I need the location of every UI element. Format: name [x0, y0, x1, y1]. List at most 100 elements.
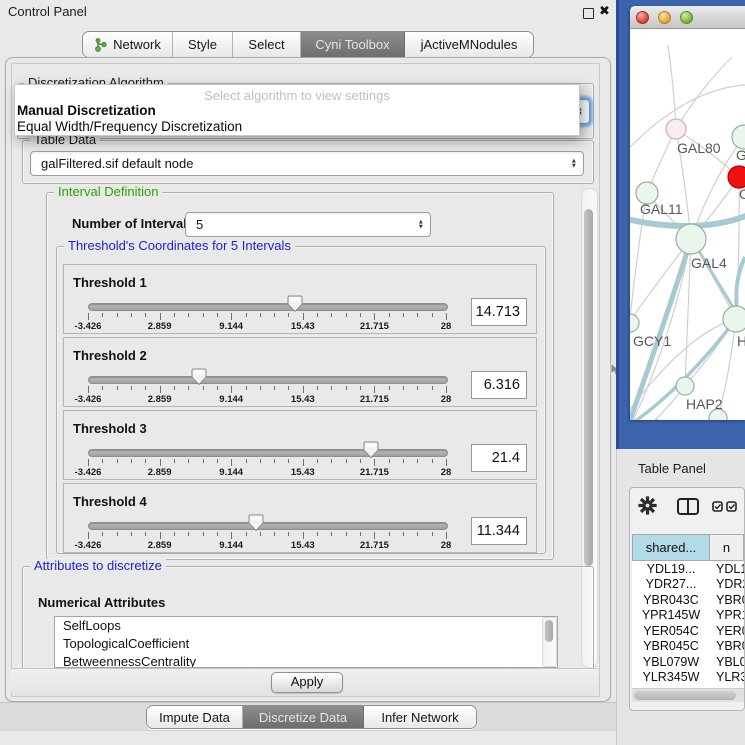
table-hscrollbar[interactable]	[632, 688, 744, 702]
dropdown-option-manual[interactable]: Manual Discretization	[15, 103, 579, 119]
minor-tick	[131, 313, 132, 317]
slider-thumb[interactable]	[287, 295, 303, 313]
table-rows[interactable]: YDL19...YDL1YDR27...YDR2YBR043CYBR0YPR14…	[632, 561, 744, 696]
tick-label: 15.43	[291, 321, 315, 332]
split-columns-icon[interactable]	[677, 498, 699, 515]
table-row[interactable]: YDR27...YDR2	[632, 577, 744, 593]
network-canvas[interactable]: GAL80GCGAL11GAL4GCY1HHAP2	[630, 29, 745, 420]
tab-label: Cyni Toolbox	[315, 37, 389, 52]
minor-tick	[260, 313, 261, 317]
network-window[interactable]: GAL80GCGAL11GAL4GCY1HHAP2	[630, 6, 745, 420]
close-icon[interactable]: ✖	[599, 3, 610, 19]
tick-label: 21.715	[360, 540, 389, 551]
major-tick	[88, 532, 89, 539]
minor-tick	[389, 459, 390, 463]
threshold-value-field[interactable]: 21.4	[471, 444, 527, 472]
minor-tick	[274, 532, 275, 536]
slider-track[interactable]	[88, 449, 448, 457]
thresholds-group-title: Threshold's Coordinates for 5 Intervals	[64, 239, 295, 253]
slider-thumb[interactable]	[248, 514, 264, 532]
tab-select[interactable]: Select	[233, 32, 301, 57]
dropdown-option-equal-width[interactable]: Equal Width/Frequency Discretization	[15, 119, 579, 135]
minor-tick	[246, 386, 247, 390]
tab-network[interactable]: Network	[83, 32, 173, 57]
threshold-value-field[interactable]: 6.316	[471, 371, 527, 399]
minor-tick	[131, 459, 132, 463]
minor-tick	[145, 459, 146, 463]
table-row[interactable]: YBL079WYBL0	[632, 654, 744, 670]
threshold-title: Threshold 3	[73, 421, 147, 436]
column-header-name[interactable]: n	[710, 534, 744, 561]
network-node-green[interactable]	[630, 314, 639, 332]
minor-tick	[432, 459, 433, 463]
num-intervals-select[interactable]: 5 ▲▼	[185, 212, 431, 237]
threshold-value-field[interactable]: 11.344	[471, 517, 527, 545]
tick-label: -3.426	[75, 540, 102, 551]
minor-tick	[188, 459, 189, 463]
minor-tick	[346, 532, 347, 536]
tick-label: 28	[441, 321, 452, 332]
list-item[interactable]: SelfLoops	[55, 617, 557, 635]
major-tick	[374, 532, 375, 539]
main-scrollbar-thumb[interactable]	[584, 209, 593, 566]
float-window-icon[interactable]	[583, 8, 594, 19]
gear-icon[interactable]	[638, 496, 657, 515]
threshold-row: Threshold 1-3.4262.8599.14415.4321.71528…	[63, 264, 537, 334]
table-row[interactable]: YDL19...YDL1	[632, 561, 744, 577]
tab-discretize-data[interactable]: Discretize Data	[243, 706, 364, 728]
minor-tick	[217, 459, 218, 463]
mac-zoom-icon[interactable]	[680, 11, 693, 24]
minor-tick	[288, 532, 289, 536]
tab-style[interactable]: Style	[173, 32, 233, 57]
tab-infer-network[interactable]: Infer Network	[364, 706, 476, 728]
network-node-green[interactable]	[732, 125, 745, 149]
tab-label: Select	[248, 37, 284, 52]
checkbox-icon[interactable]	[712, 501, 723, 512]
tick-label: -3.426	[75, 467, 102, 478]
table-row[interactable]: YER054CYER0	[632, 623, 744, 639]
tab-impute-data[interactable]: Impute Data	[147, 706, 243, 728]
slider-track[interactable]	[88, 303, 448, 311]
network-node-green[interactable]	[723, 306, 745, 332]
column-header-shared-name[interactable]: shared...	[632, 534, 710, 561]
slider-track[interactable]	[88, 376, 448, 384]
threshold-value-field[interactable]: 14.713	[471, 298, 527, 326]
apply-button[interactable]: Apply	[271, 672, 343, 693]
slider-thumb[interactable]	[363, 441, 379, 459]
minor-tick	[417, 459, 418, 463]
table-row[interactable]: YBR043CYBR0	[632, 592, 744, 608]
attributes-list-scrollbar[interactable]	[542, 617, 557, 667]
attributes-list-scrollbar-thumb[interactable]	[545, 620, 553, 642]
minor-tick	[432, 386, 433, 390]
checkbox-icon[interactable]	[726, 501, 737, 512]
minor-tick	[417, 386, 418, 390]
mac-minimize-icon[interactable]	[658, 11, 671, 24]
table-row[interactable]: YPR145WYPR1	[632, 608, 744, 624]
network-node-red[interactable]	[728, 166, 745, 188]
minor-tick	[117, 313, 118, 317]
network-node-pink[interactable]	[666, 119, 686, 139]
network-window-titlebar	[630, 6, 745, 29]
mac-close-icon[interactable]	[636, 11, 649, 24]
tab-cyni-toolbox[interactable]: Cyni Toolbox	[301, 32, 405, 57]
major-tick	[374, 459, 375, 466]
numerical-attributes-list[interactable]: SelfLoopsTopologicalCoefficientBetweenne…	[54, 616, 558, 668]
table-panel: Table Panel	[616, 449, 745, 745]
table-data-select[interactable]: galFiltered.sif default node ▲▼	[30, 151, 584, 176]
slider-thumb[interactable]	[191, 368, 207, 386]
slider-track[interactable]	[88, 522, 448, 530]
table-hscrollbar-thumb[interactable]	[634, 691, 736, 700]
cell-name: YDL1	[710, 562, 744, 576]
table-row[interactable]: YBR045CYBR0	[632, 639, 744, 655]
tab-jactivemnodules[interactable]: jActiveMNodules	[405, 32, 533, 57]
network-node-green[interactable]	[676, 377, 694, 395]
network-node-green[interactable]	[676, 224, 706, 254]
tick-label: 2.859	[148, 467, 172, 478]
major-tick	[303, 386, 304, 393]
tick-label: 21.715	[360, 467, 389, 478]
minor-tick	[389, 532, 390, 536]
list-item[interactable]: BetweennessCentrality	[55, 653, 557, 668]
list-item[interactable]: TopologicalCoefficient	[55, 635, 557, 653]
major-tick	[160, 386, 161, 393]
table-row[interactable]: YLR345WYLR3	[632, 670, 744, 686]
